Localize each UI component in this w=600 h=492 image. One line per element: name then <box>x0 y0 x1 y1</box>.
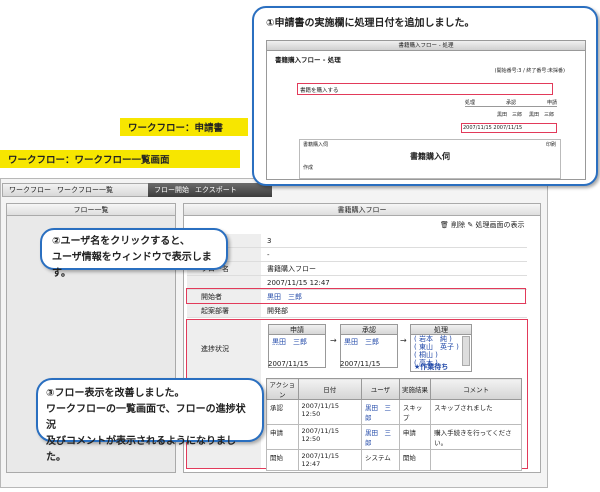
toolbar-actions: フロー開始 エクスポート <box>148 183 272 197</box>
callout-3: ③フロー表示を改善しました。 ワークフローの一覧画面で、フローの進捗状況 及びコ… <box>36 378 264 463</box>
detail-row: フロー名 書籍購入フロー <box>187 262 527 276</box>
callout-2: ②ユーザ名をクリックすると、 ユーザ情報をウィンドウで表示します。 <box>40 228 228 279</box>
flow-list-title: フロー一覧 <box>7 204 175 216</box>
print-button[interactable]: 印刷 <box>546 141 556 148</box>
breadcrumb-workflow-list[interactable]: ワークフロー一覧 <box>57 185 113 195</box>
detail-row: 3 <box>187 234 527 248</box>
arrow-icon: → <box>330 336 337 345</box>
zoom-dates-highlight: 2007/11/15 2007/11/15 <box>461 123 557 133</box>
detail-actions: 🗑 削除 ✎ 処理画面の表示 <box>440 220 524 230</box>
label-workflow-list: ワークフロー：ワークフロー一覧画面 <box>0 150 240 168</box>
detail-title: 書籍購入フロー <box>184 204 540 216</box>
step-apply-user[interactable]: 黒田 三郎 <box>269 335 325 349</box>
step-approve-user[interactable]: 黒田 三郎 <box>341 335 397 349</box>
delete-button[interactable]: 削除 <box>451 221 465 229</box>
comments-table: アクション 日付 ユーザ 実施結果 コメント 承認 2007/11/15 12:… <box>266 378 522 471</box>
table-row: 承認 2007/11/15 12:50 黒田 三郎 スキップ スキップされました <box>266 399 522 425</box>
zoom-form: 書籍購入伺 印刷 書籍購入伺 作成 <box>299 139 561 179</box>
flow-start-button[interactable]: フロー開始 <box>154 185 189 195</box>
show-screen-button[interactable]: 処理画面の表示 <box>475 221 524 229</box>
edit-icon: ✎ <box>467 221 474 229</box>
trash-icon: 🗑 <box>440 221 449 229</box>
detail-row: - <box>187 248 527 262</box>
zoom-window: 書籍購入フロー - 処理 書籍購入フロー - 処理 (開始番号:3 / 終了番号… <box>266 40 586 180</box>
table-row: 申請 2007/11/15 12:50 黒田 三郎 申請 購入手続きを行ってくだ… <box>266 424 522 450</box>
zoom-approval-headers: 処理 承認 申請 <box>465 100 557 107</box>
zoom-subject: 書籍を購入する <box>297 83 553 95</box>
arrow-icon: → <box>400 336 407 345</box>
callout-1-text: ①申請書の実施欄に処理日付を追加しました。 <box>266 18 475 29</box>
label-workflow-request: ワークフロー：申請書 <box>120 118 248 136</box>
starter-highlight <box>186 288 526 304</box>
detail-row: 起案部署 開発部 <box>187 304 527 318</box>
process-scrollbar[interactable] <box>462 336 470 366</box>
status-badge: ★作業待ち <box>414 363 449 371</box>
table-row: 開始 2007/11/15 12:47 システム 開始 <box>266 449 522 471</box>
breadcrumb-workflow[interactable]: ワークフロー <box>9 185 51 195</box>
export-button[interactable]: エクスポート <box>195 185 237 195</box>
